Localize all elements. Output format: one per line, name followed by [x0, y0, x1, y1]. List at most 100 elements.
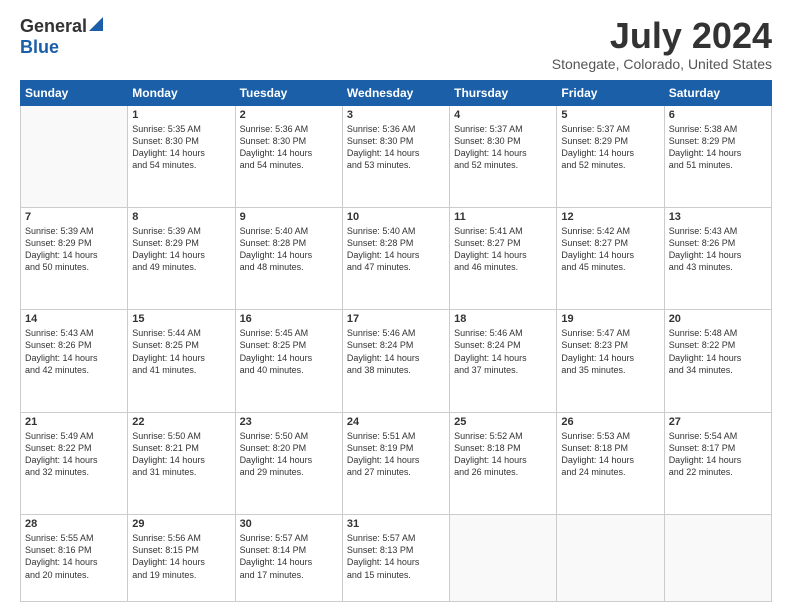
calendar-cell: 7 Sunrise: 5:39 AM Sunset: 8:29 PM Daylig… — [21, 207, 128, 309]
day-number: 12 — [561, 211, 659, 223]
calendar-cell — [21, 105, 128, 207]
cell-info: Sunrise: 5:49 AM Sunset: 8:22 PM Dayligh… — [25, 430, 123, 479]
logo-general: General — [20, 16, 87, 37]
calendar-cell: 22 Sunrise: 5:50 AM Sunset: 8:21 PM Dayli… — [128, 412, 235, 514]
calendar-cell: 9Sunrise: 5:40 AM Sunset: 8:28 PM Daylig… — [235, 207, 342, 309]
day-number: 16 — [240, 313, 338, 325]
header: General Blue July 2024 Stonegate, Colora… — [20, 16, 772, 72]
cell-info: Sunrise: 5:43 AM Sunset: 8:26 PM Dayligh… — [669, 225, 767, 274]
calendar-cell: 14Sunrise: 5:43 AM Sunset: 8:26 PM Dayli… — [21, 310, 128, 412]
logo: General Blue — [20, 16, 103, 58]
col-header-monday: Monday — [128, 80, 235, 105]
day-number: 17 — [347, 313, 445, 325]
calendar-cell: 28 Sunrise: 5:55 AM Sunset: 8:16 PM Dayli… — [21, 515, 128, 602]
day-number: 7 — [25, 211, 123, 223]
day-number: 13 — [669, 211, 767, 223]
col-header-tuesday: Tuesday — [235, 80, 342, 105]
day-number: 24 — [347, 416, 445, 428]
cell-info: Sunrise: 5:37 AM Sunset: 8:29 PM Dayligh… — [561, 123, 659, 172]
day-number: 10 — [347, 211, 445, 223]
title-block: July 2024 Stonegate, Colorado, United St… — [552, 16, 772, 72]
calendar-cell: 23 Sunrise: 5:50 AM Sunset: 8:20 PM Dayli… — [235, 412, 342, 514]
day-number: 26 — [561, 416, 659, 428]
col-header-friday: Friday — [557, 80, 664, 105]
calendar-cell — [557, 515, 664, 602]
day-number: 28 — [25, 518, 123, 530]
calendar-cell: 29Sunrise: 5:56 AM Sunset: 8:15 PM Dayli… — [128, 515, 235, 602]
day-number: 29 — [132, 518, 230, 530]
calendar-location: Stonegate, Colorado, United States — [552, 56, 772, 72]
col-header-thursday: Thursday — [450, 80, 557, 105]
day-number: 11 — [454, 211, 552, 223]
calendar-cell: 31 Sunrise: 5:57 AM Sunset: 8:13 PM Dayli… — [342, 515, 449, 602]
day-number: 23 — [240, 416, 338, 428]
calendar-cell: 24 Sunrise: 5:51 AM Sunset: 8:19 PM Dayli… — [342, 412, 449, 514]
calendar-cell: 21 Sunrise: 5:49 AM Sunset: 8:22 PM Dayli… — [21, 412, 128, 514]
day-number: 6 — [669, 109, 767, 121]
calendar-cell: 5Sunrise: 5:37 AM Sunset: 8:29 PM Daylig… — [557, 105, 664, 207]
cell-info: Sunrise: 5:46 AM Sunset: 8:24 PM Dayligh… — [454, 327, 552, 376]
calendar-cell: 18Sunrise: 5:46 AM Sunset: 8:24 PM Dayli… — [450, 310, 557, 412]
cell-info: Sunrise: 5:55 AM Sunset: 8:16 PM Dayligh… — [25, 532, 123, 581]
cell-info: Sunrise: 5:38 AM Sunset: 8:29 PM Dayligh… — [669, 123, 767, 172]
day-number: 4 — [454, 109, 552, 121]
cell-info: Sunrise: 5:35 AM Sunset: 8:30 PM Dayligh… — [132, 123, 230, 172]
day-number: 3 — [347, 109, 445, 121]
day-number: 25 — [454, 416, 552, 428]
calendar-cell: 10 Sunrise: 5:40 AM Sunset: 8:28 PM Dayli… — [342, 207, 449, 309]
calendar-cell: 26 Sunrise: 5:53 AM Sunset: 8:18 PM Dayli… — [557, 412, 664, 514]
col-header-sunday: Sunday — [21, 80, 128, 105]
calendar-cell: 8 Sunrise: 5:39 AM Sunset: 8:29 PM Daylig… — [128, 207, 235, 309]
day-number: 22 — [132, 416, 230, 428]
cell-info: Sunrise: 5:44 AM Sunset: 8:25 PM Dayligh… — [132, 327, 230, 376]
day-number: 1 — [132, 109, 230, 121]
logo-blue: Blue — [20, 37, 59, 57]
logo-arrow-icon — [89, 17, 103, 36]
calendar-cell: 12 Sunrise: 5:42 AM Sunset: 8:27 PM Dayli… — [557, 207, 664, 309]
calendar-cell: 11 Sunrise: 5:41 AM Sunset: 8:27 PM Dayli… — [450, 207, 557, 309]
cell-info: Sunrise: 5:40 AM Sunset: 8:28 PM Dayligh… — [347, 225, 445, 274]
day-number: 19 — [561, 313, 659, 325]
cell-info: Sunrise: 5:50 AM Sunset: 8:20 PM Dayligh… — [240, 430, 338, 479]
calendar-cell: 1 Sunrise: 5:35 AM Sunset: 8:30 PM Daylig… — [128, 105, 235, 207]
day-number: 27 — [669, 416, 767, 428]
cell-info: Sunrise: 5:53 AM Sunset: 8:18 PM Dayligh… — [561, 430, 659, 479]
calendar-cell: 16 Sunrise: 5:45 AM Sunset: 8:25 PM Dayli… — [235, 310, 342, 412]
cell-info: Sunrise: 5:40 AM Sunset: 8:28 PM Dayligh… — [240, 225, 338, 274]
calendar-cell: 30 Sunrise: 5:57 AM Sunset: 8:14 PM Dayli… — [235, 515, 342, 602]
cell-info: Sunrise: 5:54 AM Sunset: 8:17 PM Dayligh… — [669, 430, 767, 479]
cell-info: Sunrise: 5:36 AM Sunset: 8:30 PM Dayligh… — [240, 123, 338, 172]
cell-info: Sunrise: 5:37 AM Sunset: 8:30 PM Dayligh… — [454, 123, 552, 172]
calendar-cell: 13 Sunrise: 5:43 AM Sunset: 8:26 PM Dayli… — [664, 207, 771, 309]
calendar-cell: 25 Sunrise: 5:52 AM Sunset: 8:18 PM Dayli… — [450, 412, 557, 514]
calendar-cell: 20 Sunrise: 5:48 AM Sunset: 8:22 PM Dayli… — [664, 310, 771, 412]
col-header-saturday: Saturday — [664, 80, 771, 105]
cell-info: Sunrise: 5:51 AM Sunset: 8:19 PM Dayligh… — [347, 430, 445, 479]
cell-info: Sunrise: 5:46 AM Sunset: 8:24 PM Dayligh… — [347, 327, 445, 376]
day-number: 30 — [240, 518, 338, 530]
day-number: 31 — [347, 518, 445, 530]
calendar-table: SundayMondayTuesdayWednesdayThursdayFrid… — [20, 80, 772, 602]
cell-info: Sunrise: 5:48 AM Sunset: 8:22 PM Dayligh… — [669, 327, 767, 376]
cell-info: Sunrise: 5:45 AM Sunset: 8:25 PM Dayligh… — [240, 327, 338, 376]
calendar-cell: 4 Sunrise: 5:37 AM Sunset: 8:30 PM Daylig… — [450, 105, 557, 207]
day-number: 14 — [25, 313, 123, 325]
calendar-cell: 17 Sunrise: 5:46 AM Sunset: 8:24 PM Dayli… — [342, 310, 449, 412]
cell-info: Sunrise: 5:57 AM Sunset: 8:13 PM Dayligh… — [347, 532, 445, 581]
calendar-cell: 27 Sunrise: 5:54 AM Sunset: 8:17 PM Dayli… — [664, 412, 771, 514]
cell-info: Sunrise: 5:36 AM Sunset: 8:30 PM Dayligh… — [347, 123, 445, 172]
cell-info: Sunrise: 5:42 AM Sunset: 8:27 PM Dayligh… — [561, 225, 659, 274]
cell-info: Sunrise: 5:57 AM Sunset: 8:14 PM Dayligh… — [240, 532, 338, 581]
col-header-wednesday: Wednesday — [342, 80, 449, 105]
calendar-cell — [664, 515, 771, 602]
cell-info: Sunrise: 5:52 AM Sunset: 8:18 PM Dayligh… — [454, 430, 552, 479]
cell-info: Sunrise: 5:41 AM Sunset: 8:27 PM Dayligh… — [454, 225, 552, 274]
day-number: 20 — [669, 313, 767, 325]
day-number: 8 — [132, 211, 230, 223]
day-number: 21 — [25, 416, 123, 428]
page: General Blue July 2024 Stonegate, Colora… — [0, 0, 792, 612]
calendar-cell: 2Sunrise: 5:36 AM Sunset: 8:30 PM Daylig… — [235, 105, 342, 207]
cell-info: Sunrise: 5:39 AM Sunset: 8:29 PM Dayligh… — [132, 225, 230, 274]
cell-info: Sunrise: 5:39 AM Sunset: 8:29 PM Dayligh… — [25, 225, 123, 274]
cell-info: Sunrise: 5:50 AM Sunset: 8:21 PM Dayligh… — [132, 430, 230, 479]
